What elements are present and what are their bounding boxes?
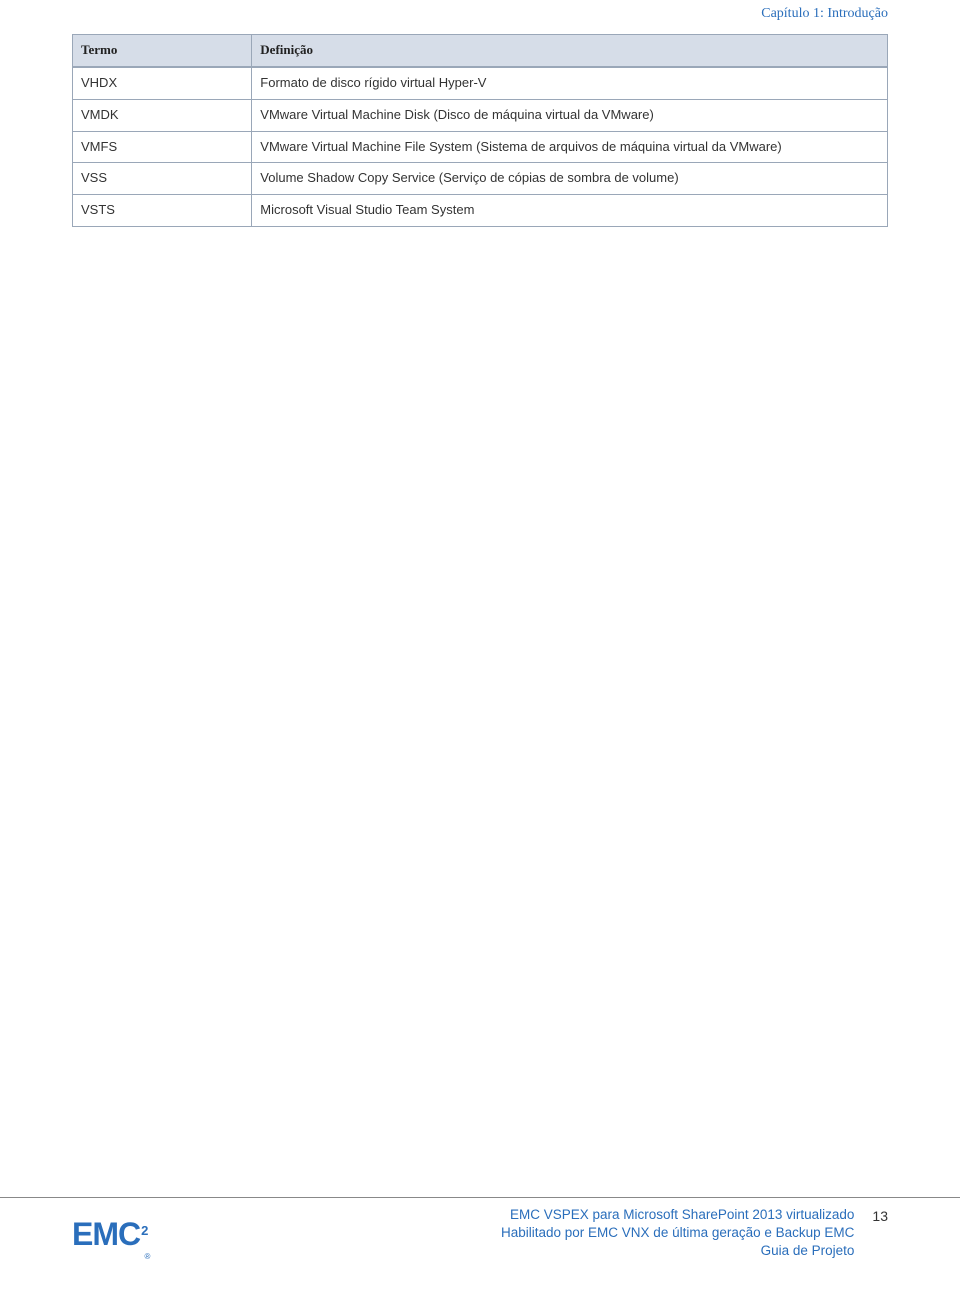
header-term: Termo — [73, 35, 252, 67]
page-footer: EMC2 ® EMC VSPEX para Microsoft SharePoi… — [0, 1197, 960, 1307]
table-row: VMDK VMware Virtual Machine Disk (Disco … — [73, 99, 888, 131]
page-number: 13 — [872, 1208, 888, 1224]
table-row: VSTS Microsoft Visual Studio Team System — [73, 195, 888, 227]
table-row: VSS Volume Shadow Copy Service (Serviço … — [73, 163, 888, 195]
table-header-row: Termo Definição — [73, 35, 888, 67]
footer-line-3: Guia de Projeto — [147, 1242, 854, 1260]
definition-cell: Volume Shadow Copy Service (Serviço de c… — [252, 163, 888, 195]
footer-line-2: Habilitado por EMC VNX de última geração… — [147, 1224, 854, 1242]
footer-text-block: EMC VSPEX para Microsoft SharePoint 2013… — [147, 1206, 854, 1261]
emc-logo: EMC2 ® — [72, 1216, 147, 1253]
term-cell: VSTS — [73, 195, 252, 227]
chapter-header: Capítulo 1: Introdução — [72, 6, 888, 22]
definition-cell: Microsoft Visual Studio Team System — [252, 195, 888, 227]
header-definition: Definição — [252, 35, 888, 67]
logo-registered-icon: ® — [144, 1252, 149, 1261]
term-cell: VHDX — [73, 67, 252, 99]
term-cell: VMFS — [73, 131, 252, 163]
table-row: VHDX Formato de disco rígido virtual Hyp… — [73, 67, 888, 99]
definition-cell: Formato de disco rígido virtual Hyper-V — [252, 67, 888, 99]
table-row: VMFS VMware Virtual Machine File System … — [73, 131, 888, 163]
footer-divider — [0, 1197, 960, 1198]
logo-superscript: 2 — [141, 1223, 147, 1238]
term-cell: VMDK — [73, 99, 252, 131]
term-cell: VSS — [73, 163, 252, 195]
logo-text: EMC — [72, 1216, 140, 1253]
footer-line-1: EMC VSPEX para Microsoft SharePoint 2013… — [147, 1206, 854, 1224]
definition-cell: VMware Virtual Machine File System (Sist… — [252, 131, 888, 163]
terms-table: Termo Definição VHDX Formato de disco rí… — [72, 34, 888, 227]
definition-cell: VMware Virtual Machine Disk (Disco de má… — [252, 99, 888, 131]
